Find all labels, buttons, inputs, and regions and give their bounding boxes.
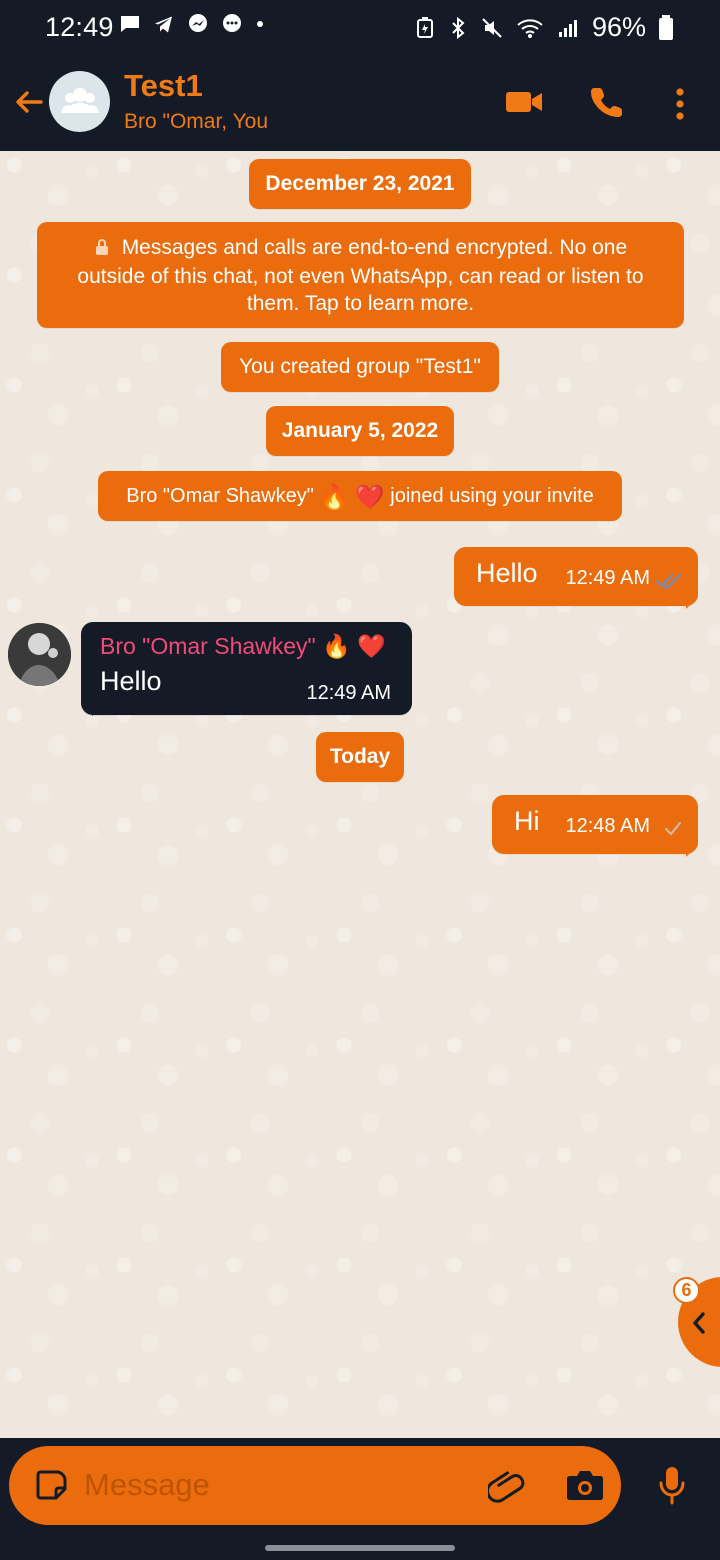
incoming-bubble-tail xyxy=(81,704,93,716)
message-time: 12:49 AM xyxy=(306,682,391,704)
message-text: Hi xyxy=(514,806,540,836)
battery-icon xyxy=(659,14,673,40)
sticker-icon xyxy=(36,1470,67,1500)
outgoing-bubble-tail xyxy=(686,597,698,609)
back-arrow-icon xyxy=(16,91,43,113)
signal-icon xyxy=(558,19,577,37)
attach-button[interactable] xyxy=(488,1466,526,1504)
fire-emoji: 🔥 xyxy=(322,634,351,661)
date-separator-label: Today xyxy=(329,745,391,768)
incoming-message[interactable]: Bro "Omar Shawkey" 🔥 ❤️ Hello 12:49 AM xyxy=(81,622,412,715)
sender-name[interactable]: Bro "Omar Shawkey" 🔥 ❤️ xyxy=(100,633,386,660)
date-separator: Today xyxy=(316,732,404,782)
message-text: Hello xyxy=(100,666,162,696)
outgoing-message[interactable]: Hello 12:49 AM xyxy=(454,547,698,606)
back-button[interactable] xyxy=(10,83,48,121)
sender-name-text: Bro "Omar Shawkey" xyxy=(100,633,316,659)
member-joined-name: Bro "Omar Shawkey" xyxy=(126,485,314,507)
chat-messages-area[interactable]: December 23, 2021 Messages and calls are… xyxy=(0,151,720,1438)
chevron-left-icon[interactable] xyxy=(688,1309,710,1337)
date-separator-label: January 5, 2022 xyxy=(281,419,439,442)
paperclip-icon xyxy=(488,1471,525,1503)
message-time: 12:48 AM xyxy=(565,815,650,837)
group-icon xyxy=(60,87,99,113)
sender-avatar[interactable] xyxy=(8,623,71,686)
heart-emoji: ❤️ xyxy=(354,482,385,511)
sent-receipt-icon xyxy=(664,821,682,836)
battery-saver-icon xyxy=(416,16,433,38)
date-separator: December 23, 2021 xyxy=(249,159,471,209)
status-time: 12:49 xyxy=(45,12,114,42)
message-input[interactable] xyxy=(84,1464,474,1506)
camera-button[interactable] xyxy=(565,1466,605,1504)
read-receipt-icon xyxy=(655,573,682,590)
video-call-icon xyxy=(506,92,542,112)
heart-emoji: ❤️ xyxy=(357,634,386,661)
more-vertical-icon xyxy=(676,88,684,120)
chat-header: Test1 Bro "Omar, You xyxy=(0,56,720,151)
member-joined-text: joined using your invite xyxy=(390,485,594,507)
outgoing-bubble-tail xyxy=(686,845,698,857)
message-text: Hello xyxy=(476,558,538,588)
microphone-icon xyxy=(659,1467,685,1505)
whatsapp-chat-screen: 12:49 96% Test1 Bro "Omar, You December … xyxy=(0,0,720,1560)
mute-icon xyxy=(482,17,502,38)
unread-count-badge: 6 xyxy=(673,1277,700,1304)
date-separator-label: December 23, 2021 xyxy=(265,172,455,195)
encryption-notice-text: Messages and calls are end-to-end encryp… xyxy=(77,236,644,315)
date-separator: January 5, 2022 xyxy=(266,406,454,456)
sticker-button[interactable] xyxy=(33,1466,71,1504)
member-joined-notice: Bro "Omar Shawkey" 🔥 ❤️ joined using you… xyxy=(98,471,622,521)
lock-icon xyxy=(94,236,110,263)
status-bar: 12:49 96% xyxy=(0,0,720,56)
message-time: 12:49 AM xyxy=(565,567,650,589)
outgoing-message[interactable]: Hi 12:48 AM xyxy=(492,795,698,854)
bluetooth-icon xyxy=(452,16,465,39)
message-composer[interactable] xyxy=(9,1446,621,1525)
home-indicator[interactable] xyxy=(265,1545,455,1551)
battery-percentage: 96% xyxy=(591,12,646,42)
chat-title[interactable]: Test1 xyxy=(124,68,203,104)
fire-emoji: 🔥 xyxy=(319,482,350,511)
group-created-notice: You created group "Test1" xyxy=(221,342,499,392)
status-notification-icons xyxy=(118,12,266,36)
voice-call-button[interactable] xyxy=(590,84,624,118)
chat-bubble-icon xyxy=(223,14,241,32)
encryption-notice[interactable]: Messages and calls are end-to-end encryp… xyxy=(37,222,684,328)
camera-icon xyxy=(567,1471,603,1500)
message-composer-bar xyxy=(0,1438,720,1560)
messenger-icon xyxy=(189,14,207,32)
more-notifications-icon xyxy=(257,21,263,27)
profile-photo-icon xyxy=(8,623,71,686)
more-options-button[interactable] xyxy=(667,86,693,122)
telegram-icon xyxy=(155,16,172,33)
wifi-icon xyxy=(517,18,543,38)
status-system-icons: 96% xyxy=(414,12,674,43)
video-call-button[interactable] xyxy=(505,86,543,118)
group-avatar[interactable] xyxy=(49,71,110,132)
chat-participants[interactable]: Bro "Omar, You xyxy=(124,110,268,134)
message-icon xyxy=(121,16,139,32)
voice-message-button[interactable] xyxy=(634,1447,710,1523)
group-created-text: You created group "Test1" xyxy=(239,355,481,378)
phone-icon xyxy=(591,88,622,117)
